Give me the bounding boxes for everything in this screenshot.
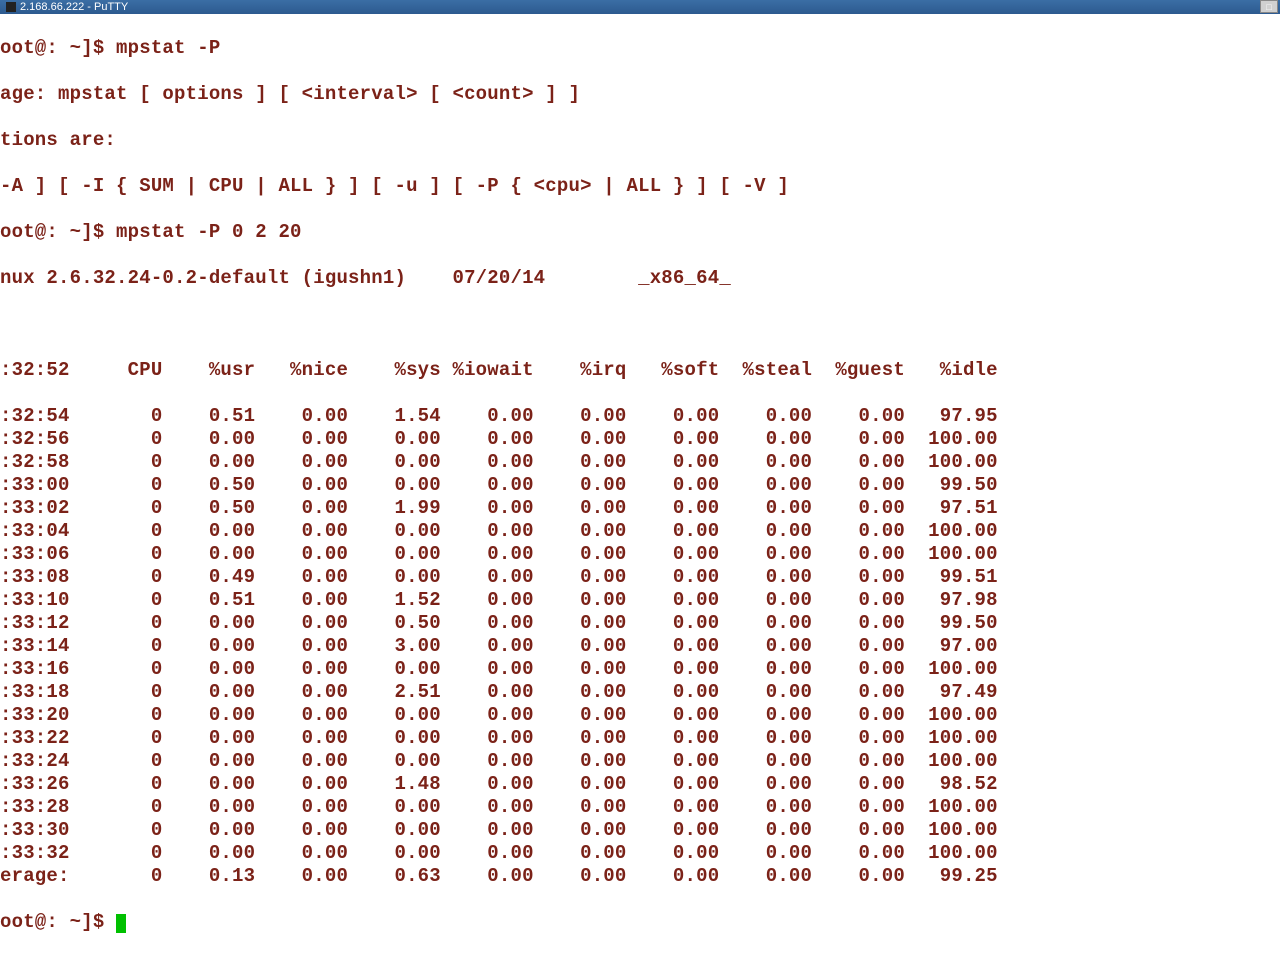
table-row: :33:04 0 0.00 0.00 0.00 0.00 0.00 0.00 0… xyxy=(0,520,1280,543)
table-row: :33:00 0 0.50 0.00 0.00 0.00 0.00 0.00 0… xyxy=(0,474,1280,497)
prompt-text: oot@: ~]$ xyxy=(0,911,116,933)
table-row: :33:24 0 0.00 0.00 0.00 0.00 0.00 0.00 0… xyxy=(0,750,1280,773)
table-row: :33:06 0 0.00 0.00 0.00 0.00 0.00 0.00 0… xyxy=(0,543,1280,566)
table-row: :33:20 0 0.00 0.00 0.00 0.00 0.00 0.00 0… xyxy=(0,704,1280,727)
usage-line: age: mpstat [ options ] [ <interval> [ <… xyxy=(0,83,1280,106)
table-row: :33:16 0 0.00 0.00 0.00 0.00 0.00 0.00 0… xyxy=(0,658,1280,681)
table-row: :33:12 0 0.00 0.00 0.50 0.00 0.00 0.00 0… xyxy=(0,612,1280,635)
table-row: :33:28 0 0.00 0.00 0.00 0.00 0.00 0.00 0… xyxy=(0,796,1280,819)
terminal-cursor xyxy=(116,914,126,933)
table-row: :32:58 0 0.00 0.00 0.00 0.00 0.00 0.00 0… xyxy=(0,451,1280,474)
table-row: :33:08 0 0.49 0.00 0.00 0.00 0.00 0.00 0… xyxy=(0,566,1280,589)
table-row: :33:32 0 0.00 0.00 0.00 0.00 0.00 0.00 0… xyxy=(0,842,1280,865)
command-line: oot@: ~]$ mpstat -P xyxy=(0,37,1280,60)
table-row: :32:54 0 0.51 0.00 1.54 0.00 0.00 0.00 0… xyxy=(0,405,1280,428)
table-row: :33:10 0 0.51 0.00 1.52 0.00 0.00 0.00 0… xyxy=(0,589,1280,612)
table-row: :32:56 0 0.00 0.00 0.00 0.00 0.00 0.00 0… xyxy=(0,428,1280,451)
terminal-area[interactable]: oot@: ~]$ mpstat -P age: mpstat [ option… xyxy=(0,14,1280,957)
window-title: 2.168.66.222 - PuTTY xyxy=(20,1,128,13)
command-line: oot@: ~]$ mpstat -P 0 2 20 xyxy=(0,221,1280,244)
putty-icon xyxy=(6,2,16,12)
table-row: :33:26 0 0.00 0.00 1.48 0.00 0.00 0.00 0… xyxy=(0,773,1280,796)
blank-line xyxy=(0,313,1280,336)
kernel-info-line: nux 2.6.32.24-0.2-default (igushn1) 07/2… xyxy=(0,267,1280,290)
usage-line: tions are: xyxy=(0,129,1280,152)
table-row: erage: 0 0.13 0.00 0.63 0.00 0.00 0.00 0… xyxy=(0,865,1280,888)
window-titlebar[interactable]: 2.168.66.222 - PuTTY □ xyxy=(0,0,1280,14)
usage-line: -A ] [ -I { SUM | CPU | ALL } ] [ -u ] [… xyxy=(0,175,1280,198)
table-row: :33:18 0 0.00 0.00 2.51 0.00 0.00 0.00 0… xyxy=(0,681,1280,704)
table-row: :33:30 0 0.00 0.00 0.00 0.00 0.00 0.00 0… xyxy=(0,819,1280,842)
prompt-line: oot@: ~]$ xyxy=(0,911,1280,934)
table-header-row: :32:52 CPU %usr %nice %sys %iowait %irq … xyxy=(0,359,1280,382)
table-row: :33:22 0 0.00 0.00 0.00 0.00 0.00 0.00 0… xyxy=(0,727,1280,750)
table-row: :33:02 0 0.50 0.00 1.99 0.00 0.00 0.00 0… xyxy=(0,497,1280,520)
table-row: :33:14 0 0.00 0.00 3.00 0.00 0.00 0.00 0… xyxy=(0,635,1280,658)
maximize-button[interactable]: □ xyxy=(1260,0,1278,13)
